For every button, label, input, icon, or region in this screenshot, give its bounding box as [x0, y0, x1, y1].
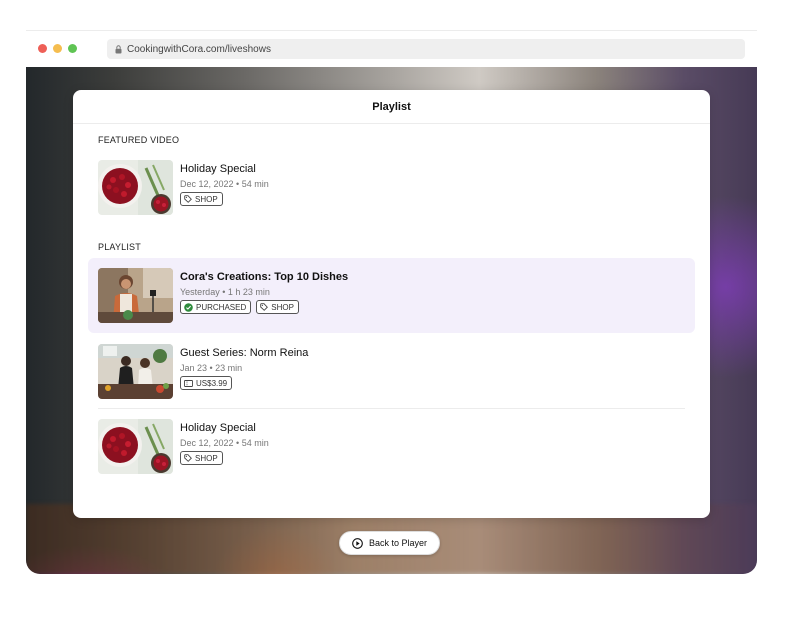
price-tag[interactable]: US$3.99 — [180, 376, 233, 390]
minimize-window-button[interactable] — [53, 44, 62, 53]
shop-tag[interactable]: SHOP — [180, 451, 223, 465]
video-meta: Yesterday • 1 h 23 min — [180, 287, 270, 297]
back-button-label: Back to Player — [368, 538, 428, 548]
cranberry-thumbnail — [98, 160, 173, 215]
play-circle-icon — [352, 537, 363, 549]
video-meta: Dec 12, 2022 • 54 min — [180, 438, 269, 448]
tag-label: PURCHASED — [196, 302, 247, 312]
tag-icon — [184, 195, 192, 203]
video-meta: Dec 12, 2022 • 54 min — [180, 179, 269, 189]
tag-label: SHOP — [195, 453, 218, 463]
featured-video-item[interactable]: Holiday Special Dec 12, 2022 • 54 min SH… — [88, 150, 695, 225]
playlist-item[interactable]: Holiday Special Dec 12, 2022 • 54 min SH… — [88, 409, 695, 484]
check-circle-icon — [184, 302, 193, 312]
video-title: Cora's Creations: Top 10 Dishes — [180, 271, 349, 283]
playlist-item[interactable]: Guest Series: Norm Reina Jan 23 • 23 min… — [88, 334, 695, 409]
shop-tag[interactable]: SHOP — [180, 192, 223, 206]
tag-label: US$3.99 — [196, 378, 228, 388]
tag-label: SHOP — [271, 302, 294, 312]
cranberry-thumbnail — [98, 419, 173, 474]
tag-label: SHOP — [195, 194, 218, 204]
playlist-item-selected[interactable]: Cora's Creations: Top 10 Dishes Yesterda… — [88, 258, 695, 333]
browser-toolbar: CookingwithCora.com/liveshows — [26, 30, 757, 67]
video-meta: Jan 23 • 23 min — [180, 363, 243, 373]
video-title: Holiday Special — [180, 422, 256, 434]
tag-icon — [184, 454, 192, 462]
zoom-window-button[interactable] — [68, 44, 77, 53]
close-window-button[interactable] — [38, 44, 47, 53]
back-to-player-button[interactable]: Back to Player — [339, 531, 440, 555]
purchased-badge: PURCHASED — [180, 300, 252, 314]
shop-tag[interactable]: SHOP — [256, 300, 299, 314]
url-text: CookingwithCora.com/liveshows — [127, 43, 271, 55]
video-title: Guest Series: Norm Reina — [180, 347, 309, 359]
ticket-icon — [184, 379, 193, 387]
modal-title: Playlist — [73, 90, 710, 124]
chef-thumbnail — [98, 268, 173, 323]
tag-icon — [260, 303, 269, 311]
lock-icon — [115, 44, 122, 53]
featured-section-label: FEATURED VIDEO — [98, 135, 180, 145]
address-bar[interactable]: CookingwithCora.com/liveshows — [107, 39, 745, 59]
video-title: Holiday Special — [180, 163, 256, 175]
guest-kitchen-thumbnail — [98, 344, 173, 399]
playlist-section-label: PLAYLIST — [98, 242, 141, 252]
playlist-modal: Playlist FEATURED VIDEO Holiday Special … — [73, 90, 710, 518]
